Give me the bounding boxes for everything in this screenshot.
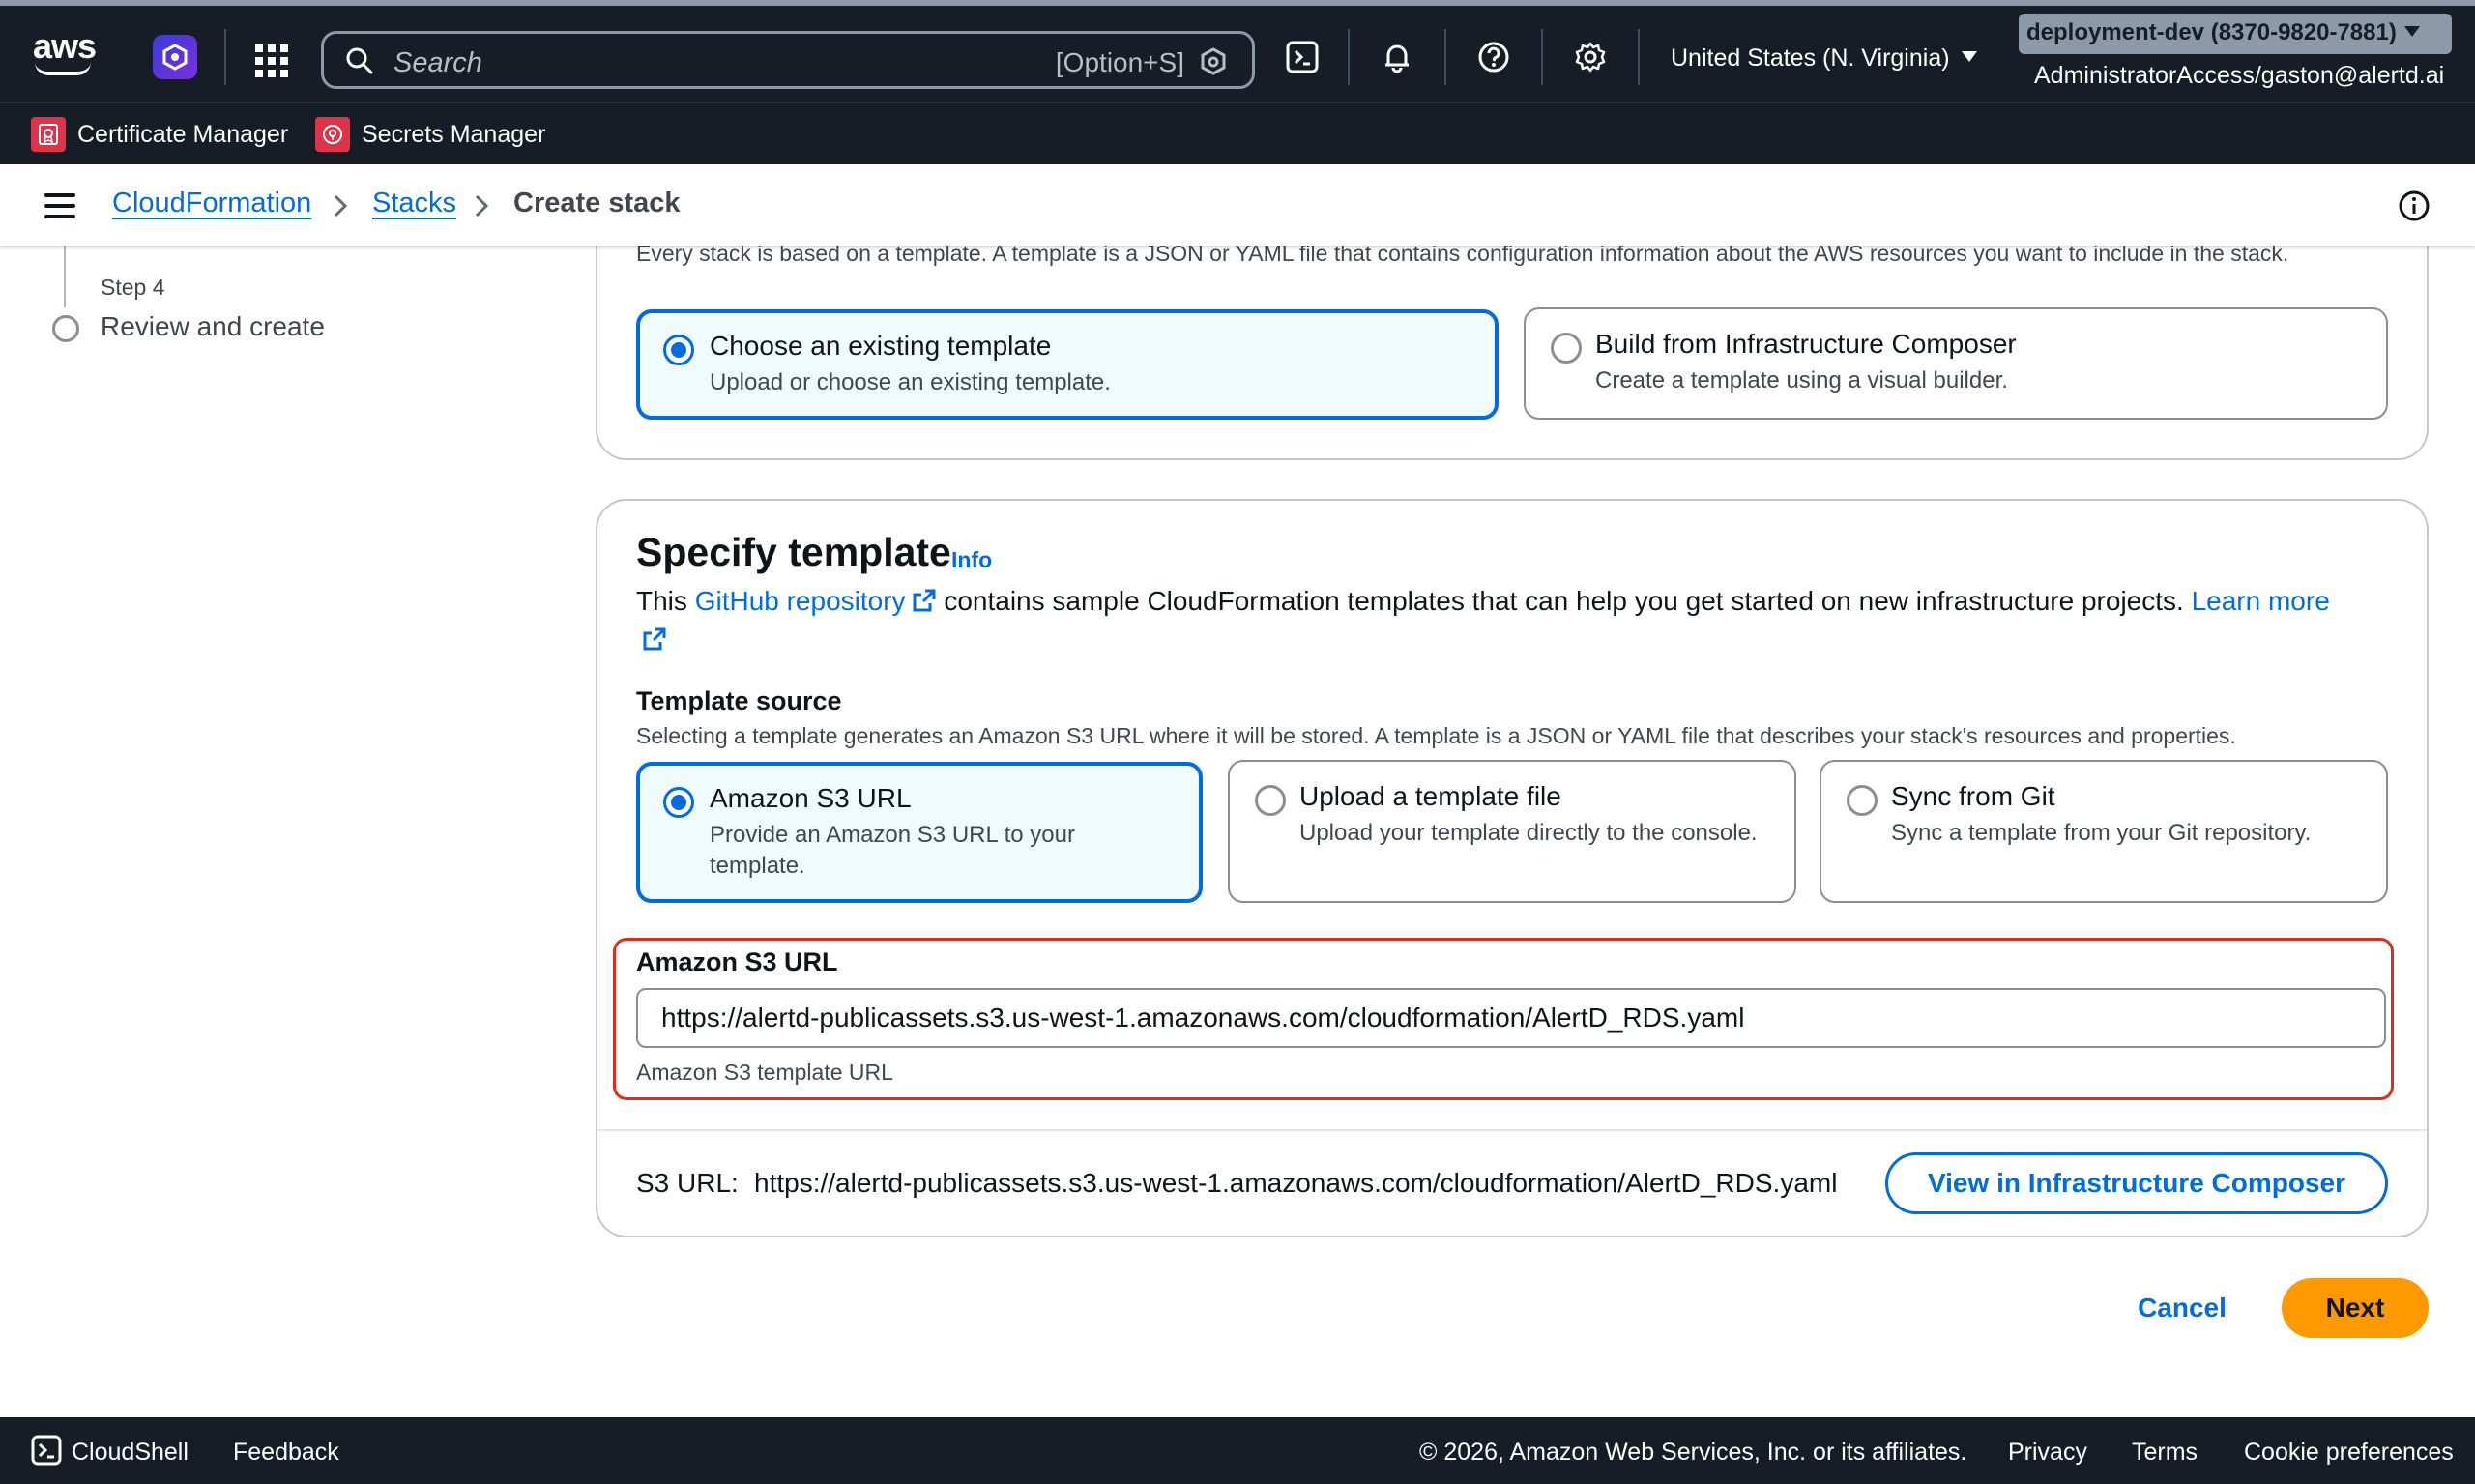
- user-role: AdministratorAccess/gaston@alertd.ai: [2034, 62, 2445, 89]
- divider: [597, 1129, 2427, 1131]
- account-menu[interactable]: deployment-dev (8370-9820-7881): [2019, 14, 2452, 54]
- certificate-manager-icon: [31, 117, 66, 152]
- amazon-q-search-icon: [1201, 47, 1226, 75]
- favorite-label: Certificate Manager: [77, 120, 289, 148]
- s3-url-hint: Amazon S3 template URL: [636, 1060, 893, 1085]
- search-icon: [346, 47, 373, 74]
- radio-unselected[interactable]: [1551, 333, 1582, 364]
- external-link-icon: [913, 589, 936, 612]
- breadcrumb-stacks[interactable]: Stacks: [372, 188, 456, 219]
- option-title: Upload a template file: [1299, 781, 1561, 811]
- footer-cookie-preferences[interactable]: Cookie preferences: [2244, 1439, 2454, 1467]
- search-placeholder: Search: [393, 47, 482, 78]
- cloudshell-icon[interactable]: [31, 1435, 62, 1466]
- github-repository-link[interactable]: GitHub repository: [695, 586, 937, 616]
- radio-unselected[interactable]: [1255, 785, 1286, 816]
- favorite-certificate-manager[interactable]: Certificate Manager: [31, 117, 288, 152]
- radio-selected[interactable]: [663, 787, 694, 818]
- services-grid-icon[interactable]: [255, 44, 288, 77]
- aws-logo[interactable]: aws: [33, 26, 97, 77]
- option-description: Create a template using a visual builder…: [1595, 367, 2008, 393]
- favorite-label: Secrets Manager: [362, 120, 546, 148]
- option-title: Sync from Git: [1891, 781, 2055, 811]
- option-title: Build from Infrastructure Composer: [1595, 329, 2017, 359]
- option-title: Choose an existing template: [710, 331, 1052, 361]
- source-amazon-s3-url[interactable]: Amazon S3 URL Provide an Amazon S3 URL t…: [636, 762, 1203, 903]
- info-link[interactable]: Info: [951, 547, 992, 573]
- breadcrumb-cloudformation[interactable]: CloudFormation: [112, 188, 311, 219]
- option-description: Upload or choose an existing template.: [710, 369, 1111, 395]
- menu-hamburger-icon[interactable]: [44, 193, 75, 218]
- s3-url-summary-value: https://alertd-publicassets.s3.us-west-1…: [754, 1168, 1838, 1198]
- option-description: Provide an Amazon S3 URL to your templat…: [710, 822, 1075, 879]
- chevron-down-icon: [2403, 26, 2420, 37]
- option-description: Sync a template from your Git repository…: [1891, 820, 2312, 846]
- region-label: United States (N. Virginia): [1671, 44, 1950, 72]
- step-connector: [64, 246, 66, 307]
- search-bar[interactable]: Search [Option+S]: [321, 31, 1255, 89]
- top-navigation: aws Search [Option+S] United States (N. …: [0, 0, 2475, 102]
- template-source-description: Selecting a template generates an Amazon…: [636, 723, 2236, 748]
- search-shortcut: [Option+S]: [1055, 47, 1184, 77]
- footer-cloudshell[interactable]: CloudShell: [72, 1439, 189, 1467]
- s3-url-label: Amazon S3 URL: [636, 947, 838, 976]
- next-button[interactable]: Next: [2282, 1278, 2429, 1338]
- step-number: Step 4: [101, 275, 165, 300]
- info-panel-icon[interactable]: [2398, 189, 2431, 222]
- cancel-button[interactable]: Cancel: [2117, 1278, 2247, 1338]
- footer: CloudShell Feedback © 2026, Amazon Web S…: [0, 1417, 2475, 1484]
- source-sync-from-git[interactable]: Sync from Git Sync a template from your …: [1820, 760, 2388, 903]
- s3-url-summary-label: S3 URL:: [636, 1168, 739, 1198]
- chevron-right-icon: [334, 194, 348, 218]
- option-build-from-composer[interactable]: Build from Infrastructure Composer Creat…: [1524, 307, 2388, 420]
- radio-unselected[interactable]: [1847, 785, 1878, 816]
- favorite-secrets-manager[interactable]: Secrets Manager: [315, 117, 545, 152]
- option-choose-existing-template[interactable]: Choose an existing template Upload or ch…: [636, 309, 1499, 420]
- external-link-icon: [643, 627, 666, 651]
- help-icon[interactable]: [1477, 41, 1510, 73]
- footer-copyright: © 2026, Amazon Web Services, Inc. or its…: [1419, 1439, 1967, 1466]
- breadcrumb-bar: CloudFormation Stacks Create stack: [0, 164, 2475, 246]
- source-upload-template-file[interactable]: Upload a template file Upload your templ…: [1228, 760, 1796, 903]
- radio-selected[interactable]: [663, 335, 694, 365]
- aws-logo-text: aws: [33, 26, 97, 66]
- chevron-down-icon: [1961, 51, 1977, 62]
- chevron-right-icon: [475, 194, 489, 218]
- option-title: Amazon S3 URL: [710, 783, 912, 813]
- intro-text: This GitHub repository contains sample C…: [636, 582, 2347, 659]
- cloudshell-icon[interactable]: [1286, 41, 1319, 73]
- step-review-and-create[interactable]: Review and create: [101, 311, 325, 342]
- s3-url-input[interactable]: [636, 988, 2386, 1048]
- amazon-q-icon[interactable]: [153, 35, 197, 79]
- notifications-bell-icon[interactable]: [1381, 41, 1413, 73]
- view-in-infrastructure-composer-button[interactable]: View in Infrastructure Composer: [1885, 1152, 2388, 1214]
- template-source-label: Template source: [636, 686, 842, 715]
- section-title: Specify template: [636, 530, 951, 574]
- step-status-circle-icon: [52, 315, 79, 342]
- account-label: deployment-dev (8370-9820-7881): [2026, 19, 2397, 45]
- settings-gear-icon[interactable]: [1574, 41, 1607, 73]
- footer-privacy[interactable]: Privacy: [2008, 1439, 2087, 1467]
- favorites-bar: Certificate Manager Secrets Manager: [0, 102, 2475, 164]
- breadcrumb-current: Create stack: [513, 188, 681, 218]
- region-selector[interactable]: United States (N. Virginia): [1671, 44, 1977, 73]
- secrets-manager-icon: [315, 117, 350, 152]
- footer-feedback[interactable]: Feedback: [233, 1439, 339, 1467]
- footer-terms[interactable]: Terms: [2132, 1439, 2198, 1467]
- option-description: Upload your template directly to the con…: [1299, 820, 1758, 846]
